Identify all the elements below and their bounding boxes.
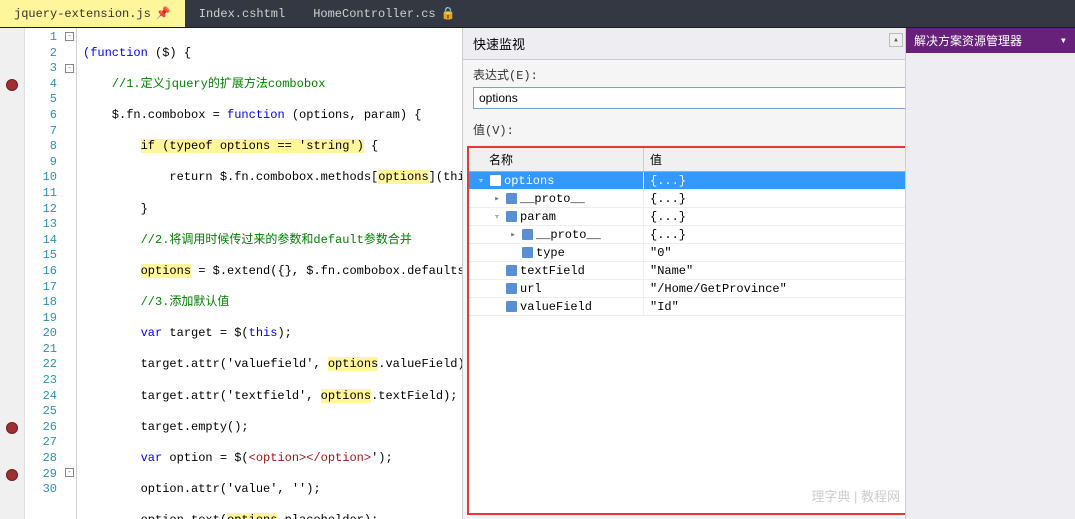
object-icon [522,247,533,258]
expander-icon[interactable]: ▿ [475,176,487,186]
node-name: url [520,282,542,296]
tab-homecontroller[interactable]: HomeController.cs 🔒 [299,0,469,27]
tab-index[interactable]: Index.cshtml [185,0,299,27]
fold-icon[interactable]: - [65,64,74,73]
dropdown-icon[interactable]: ▾ [1060,33,1067,48]
breakpoint-icon[interactable] [6,422,18,434]
breakpoint-icon[interactable] [6,79,18,91]
expander-icon[interactable]: ▸ [507,230,519,240]
pin-icon: 📌 [156,6,171,21]
node-name: textField [520,264,585,278]
solution-explorer[interactable]: 解决方案资源管理器 ▾ [905,28,1075,519]
lock-icon: 🔒 [441,6,456,21]
object-icon [522,229,533,240]
fold-icon[interactable]: - [65,468,74,477]
node-name: options [504,174,554,188]
breakpoint-icon[interactable] [6,469,18,481]
fold-column[interactable]: - - - [63,28,77,519]
line-numbers: 1234567891011121314151617181920212223242… [25,28,63,519]
node-name: type [536,246,565,260]
tab-bar: jquery-extension.js📌 Index.cshtml HomeCo… [0,0,1075,28]
fold-icon[interactable]: - [65,32,74,41]
node-name: param [520,210,556,224]
object-icon [506,193,517,204]
object-icon [490,175,501,186]
expander-icon[interactable]: ▿ [491,212,503,222]
node-name: __proto__ [536,228,601,242]
object-icon [506,283,517,294]
object-icon [506,265,517,276]
expander-icon[interactable]: ▸ [491,194,503,204]
breakpoint-margin[interactable] [0,28,25,519]
code-editor[interactable]: 1234567891011121314151617181920212223242… [0,28,462,519]
object-icon [506,211,517,222]
tab-jquery-ext[interactable]: jquery-extension.js📌 [0,0,185,27]
code-body[interactable]: (function ($) { //1.定义jquery的扩展方法combobo… [77,28,462,519]
node-name: valueField [520,300,592,314]
object-icon [506,301,517,312]
scroll-up-icon[interactable]: ▴ [889,33,903,47]
node-name: __proto__ [520,192,585,206]
solution-explorer-title: 解决方案资源管理器 [914,32,1022,49]
